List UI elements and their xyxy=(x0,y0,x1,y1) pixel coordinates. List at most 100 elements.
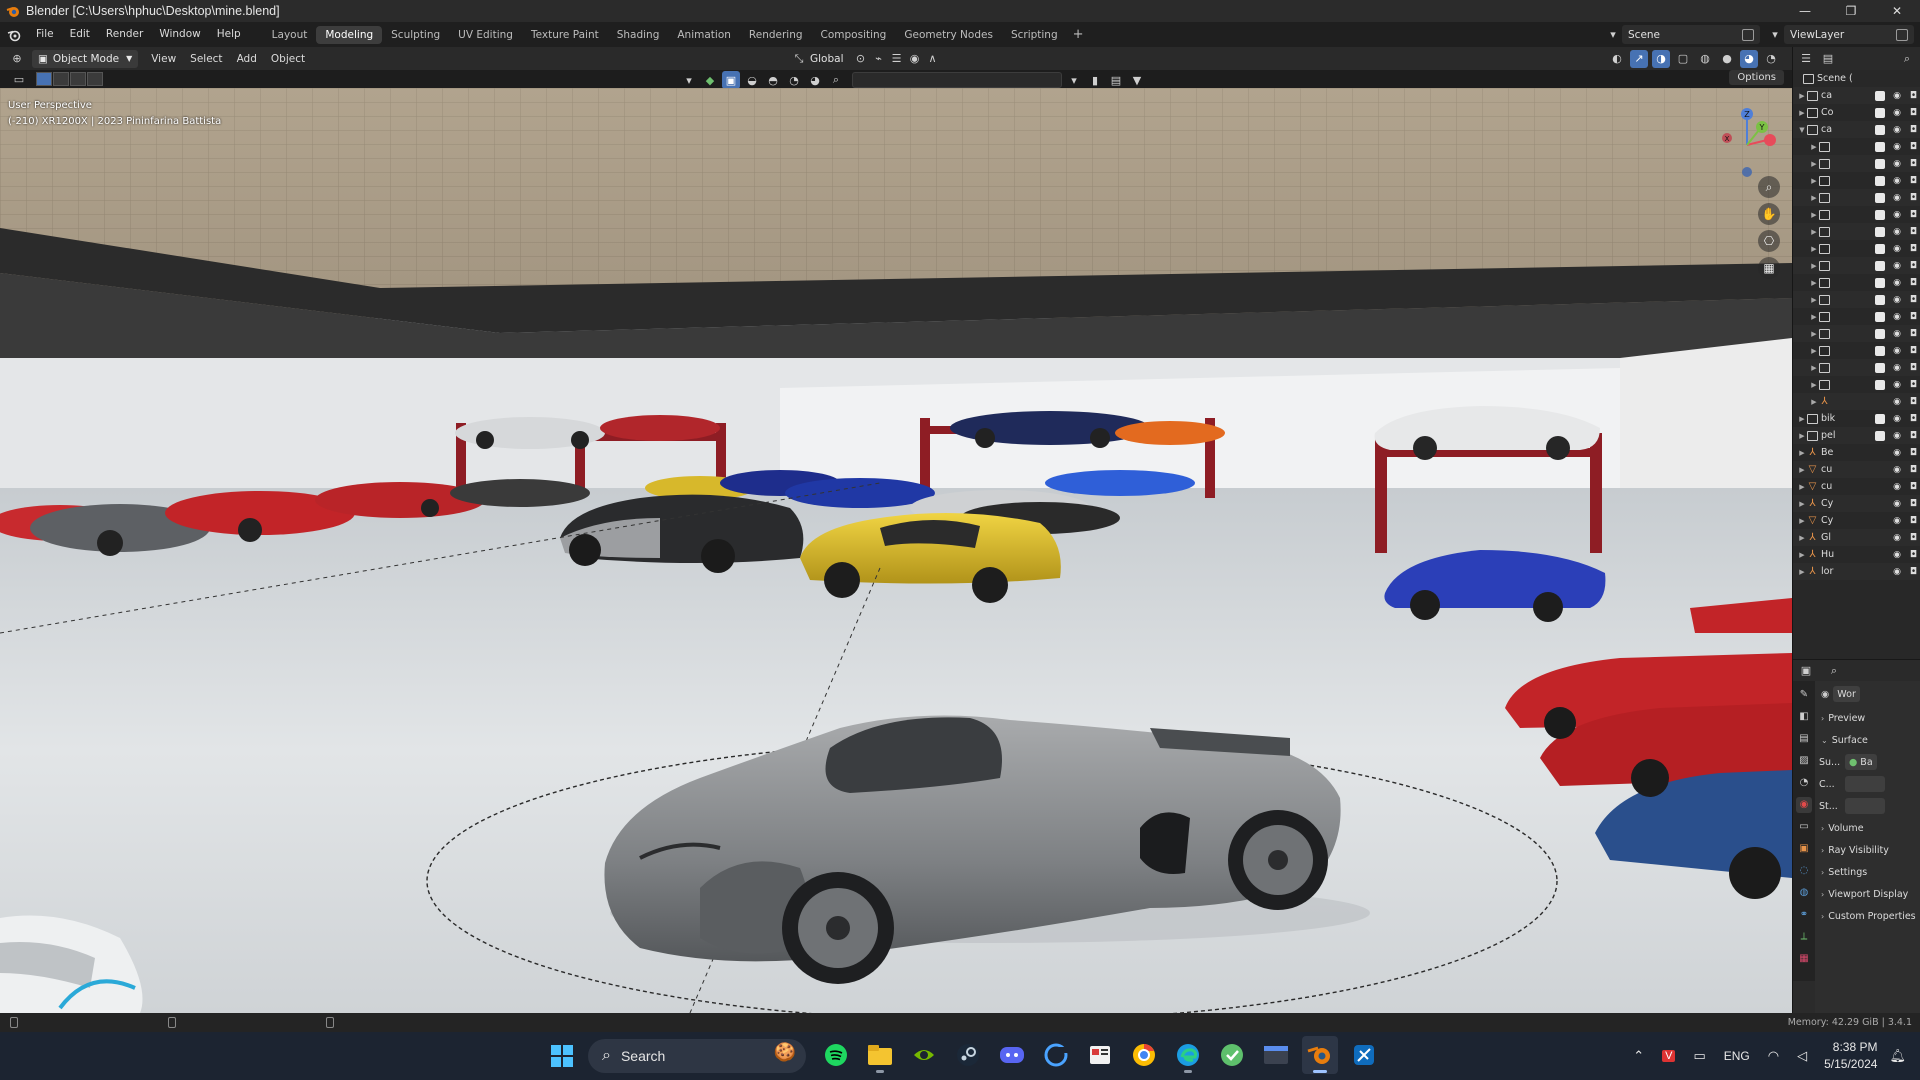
triangle-right-icon[interactable]: ▶ xyxy=(1797,551,1807,559)
render-camera-icon[interactable]: ◘ xyxy=(1910,346,1917,356)
minimize-button[interactable]: — xyxy=(1782,0,1828,22)
render-camera-icon[interactable]: ◘ xyxy=(1910,380,1917,390)
notification-bell-icon[interactable]: 🔔︎ xyxy=(1889,1048,1906,1064)
menu-object[interactable]: Object xyxy=(264,51,312,67)
outliner-row[interactable]: ▶ Co ◉ ◘ xyxy=(1793,104,1920,121)
render-camera-icon[interactable]: ◘ xyxy=(1910,363,1917,373)
add-workspace-button[interactable]: + xyxy=(1067,27,1090,42)
render-camera-icon[interactable]: ◘ xyxy=(1910,142,1917,152)
render-tab-icon[interactable]: ◧ xyxy=(1796,709,1812,725)
pivot-icon[interactable]: ⊙ xyxy=(852,50,870,68)
ray-visibility-section[interactable]: › Ray Visibility xyxy=(1815,839,1920,861)
navigation-gizmo[interactable]: Z Y X xyxy=(1712,100,1782,180)
exclude-checkbox[interactable] xyxy=(1875,226,1885,237)
triangle-right-icon[interactable]: ▶ xyxy=(1809,262,1819,270)
triangle-right-icon[interactable]: ▶ xyxy=(1797,449,1807,457)
eye-icon[interactable]: ◉ xyxy=(1893,91,1901,101)
select-new-icon[interactable] xyxy=(36,72,52,86)
terminal-icon[interactable] xyxy=(1258,1036,1294,1074)
outliner-row[interactable]: ▶ ⅄ Be ◉ ◘ xyxy=(1793,444,1920,461)
sync-app-icon[interactable] xyxy=(1214,1036,1250,1074)
exclude-checkbox[interactable] xyxy=(1875,311,1885,322)
close-button[interactable]: ✕ xyxy=(1874,0,1920,22)
eye-icon[interactable]: ◉ xyxy=(1893,125,1901,135)
snap-icon[interactable]: ⌁ xyxy=(870,50,888,68)
triangle-right-icon[interactable]: ▶ xyxy=(1797,415,1807,423)
render-camera-icon[interactable]: ◘ xyxy=(1910,176,1917,186)
render-camera-icon[interactable]: ◘ xyxy=(1910,567,1917,577)
exclude-checkbox[interactable] xyxy=(1875,413,1885,424)
exclude-checkbox[interactable] xyxy=(1875,430,1885,441)
render-camera-icon[interactable]: ◘ xyxy=(1910,108,1917,118)
blender-taskbar-icon[interactable] xyxy=(1302,1036,1338,1074)
object-mode-select[interactable]: ▣ Object Mode ▼ xyxy=(32,49,139,68)
triangle-right-icon[interactable]: ▶ xyxy=(1809,313,1819,321)
outliner-row[interactable]: ▶ ◉ ◘ xyxy=(1793,359,1920,376)
triangle-right-icon[interactable]: ▶ xyxy=(1809,177,1819,185)
render-camera-icon[interactable]: ◘ xyxy=(1910,482,1917,492)
tab-shading[interactable]: Shading xyxy=(608,26,669,44)
view-layer-tab-icon[interactable]: ▨ xyxy=(1796,753,1812,769)
tab-rendering[interactable]: Rendering xyxy=(740,26,812,44)
render-camera-icon[interactable]: ◘ xyxy=(1910,91,1917,101)
new-scene-icon[interactable] xyxy=(1742,28,1754,41)
outliner-row[interactable]: ▶ ◉ ◘ xyxy=(1793,155,1920,172)
eye-icon[interactable]: ◉ xyxy=(1893,312,1901,322)
tab-texture-paint[interactable]: Texture Paint xyxy=(522,26,608,44)
discord-icon[interactable] xyxy=(994,1036,1030,1074)
outliner-row[interactable]: ▶ ◉ ◘ xyxy=(1793,223,1920,240)
exclude-checkbox[interactable] xyxy=(1875,260,1885,271)
file-explorer-icon[interactable] xyxy=(862,1036,898,1074)
tab-modeling[interactable]: Modeling xyxy=(316,25,383,44)
triangle-right-icon[interactable]: ▶ xyxy=(1809,211,1819,219)
outliner-row[interactable]: ▶ ◉ ◘ xyxy=(1793,325,1920,342)
surface-shader-field[interactable]: ● Ba xyxy=(1845,754,1877,770)
exclude-checkbox[interactable] xyxy=(1875,209,1885,220)
triangle-right-icon[interactable]: ▶ xyxy=(1809,347,1819,355)
new-view-layer-icon[interactable] xyxy=(1896,28,1908,41)
tab-scripting[interactable]: Scripting xyxy=(1002,26,1067,44)
exclude-checkbox[interactable] xyxy=(1875,158,1885,169)
render-camera-icon[interactable]: ◘ xyxy=(1910,499,1917,509)
outliner-type-icon[interactable]: ☰ xyxy=(1797,50,1815,68)
eye-icon[interactable]: ◉ xyxy=(1893,159,1901,169)
blender-logo-icon[interactable] xyxy=(0,22,28,47)
preview-section[interactable]: › Preview xyxy=(1815,707,1920,729)
strength-field[interactable] xyxy=(1845,798,1885,814)
exclude-checkbox[interactable] xyxy=(1875,277,1885,288)
eye-icon[interactable]: ◉ xyxy=(1893,380,1901,390)
triangle-right-icon[interactable]: ▶ xyxy=(1797,568,1807,576)
outliner-row[interactable]: ▶ ◉ ◘ xyxy=(1793,291,1920,308)
crescent-app-icon[interactable] xyxy=(1038,1036,1074,1074)
tab-sculpting[interactable]: Sculpting xyxy=(382,26,449,44)
object-tab-icon[interactable]: ▣ xyxy=(1796,841,1812,857)
triangle-right-icon[interactable]: ▶ xyxy=(1809,398,1819,406)
windows-start-icon[interactable] xyxy=(551,1045,573,1067)
eye-icon[interactable]: ◉ xyxy=(1893,448,1901,458)
menu-edit[interactable]: Edit xyxy=(62,22,98,47)
filter-mesh-icon[interactable]: ▣ xyxy=(722,71,740,89)
outliner-row[interactable]: ▶ ▽ cu ◉ ◘ xyxy=(1793,461,1920,478)
eye-icon[interactable]: ◉ xyxy=(1893,108,1901,118)
nvidia-icon[interactable] xyxy=(906,1036,942,1074)
eye-icon[interactable]: ◉ xyxy=(1893,397,1901,407)
outliner-row[interactable]: ▶ ⅄ Gl ◉ ◘ xyxy=(1793,529,1920,546)
select-intersect-icon[interactable] xyxy=(87,72,103,86)
eye-icon[interactable]: ◉ xyxy=(1893,482,1901,492)
output-tab-icon[interactable]: ▤ xyxy=(1796,731,1812,747)
options-button[interactable]: Options xyxy=(1729,70,1784,85)
triangle-right-icon[interactable]: ▶ xyxy=(1797,109,1807,117)
outliner-row[interactable]: ▶ ◉ ◘ xyxy=(1793,206,1920,223)
eye-icon[interactable]: ◉ xyxy=(1893,142,1901,152)
taskbar-search-box[interactable]: ⌕ Search 🍪 xyxy=(588,1039,806,1073)
outliner-row[interactable]: ▶ ◉ ◘ xyxy=(1793,342,1920,359)
collection-tab-icon[interactable]: ▭ xyxy=(1796,819,1812,835)
triangle-right-icon[interactable]: ▶ xyxy=(1797,517,1807,525)
eye-icon[interactable]: ◉ xyxy=(1893,465,1901,475)
triangle-down-icon[interactable]: ▼ xyxy=(1797,126,1807,134)
eye-icon[interactable]: ◉ xyxy=(1893,567,1901,577)
tab-uv-editing[interactable]: UV Editing xyxy=(449,26,522,44)
scene-icon[interactable]: ▾ xyxy=(1604,26,1622,44)
filter-empty-icon[interactable]: ◕ xyxy=(806,71,824,89)
render-camera-icon[interactable]: ◘ xyxy=(1910,516,1917,526)
